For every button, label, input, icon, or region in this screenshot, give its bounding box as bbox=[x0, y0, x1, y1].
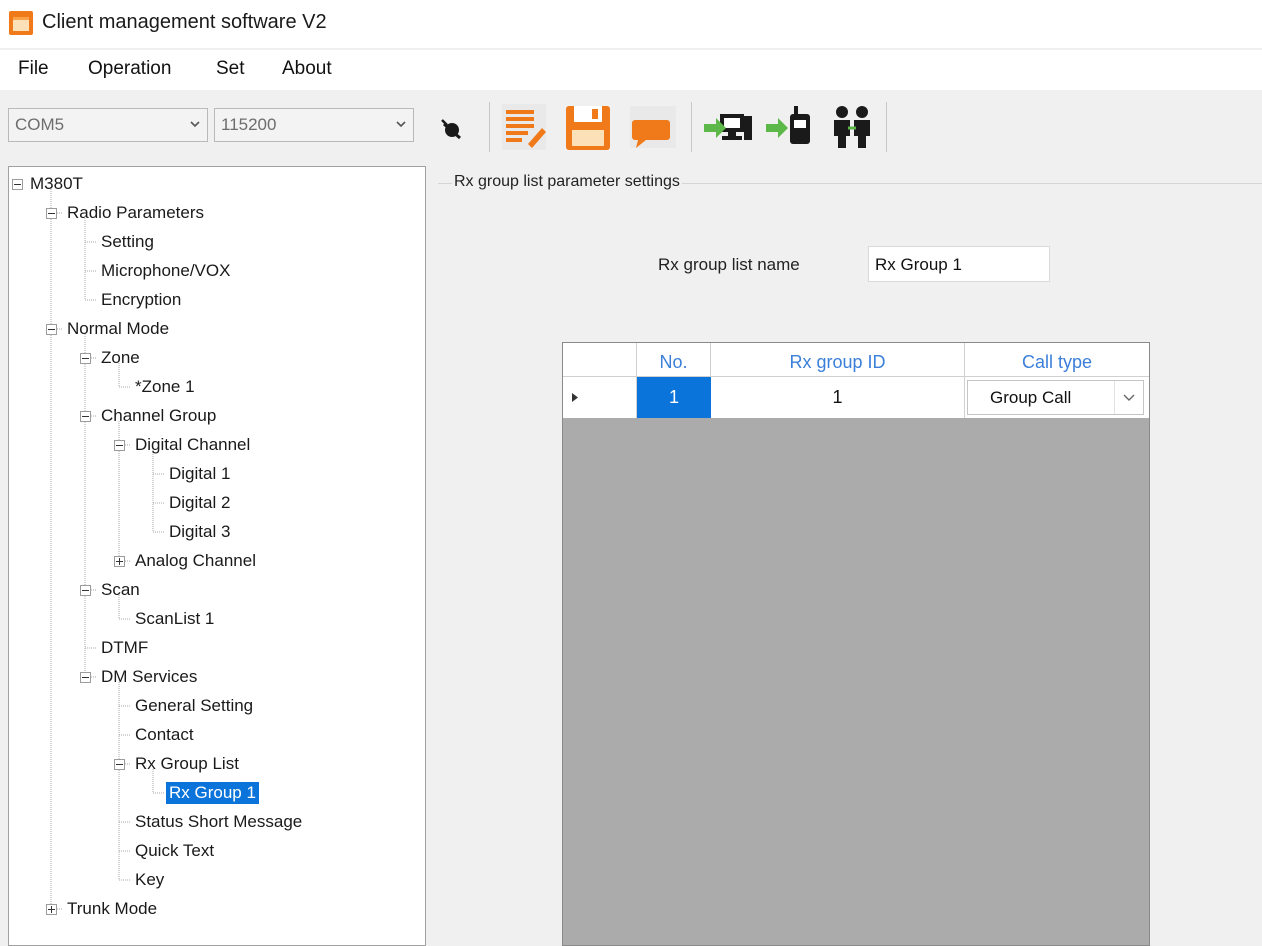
collapse-icon[interactable] bbox=[46, 208, 57, 219]
row-pointer-icon bbox=[572, 393, 578, 402]
toolbar: COM5 115200 bbox=[0, 94, 1262, 164]
collapse-icon[interactable] bbox=[12, 179, 23, 190]
collapse-icon[interactable] bbox=[80, 672, 91, 683]
cell-rx-group-id[interactable]: 1 bbox=[711, 377, 965, 418]
collapse-icon[interactable] bbox=[80, 585, 91, 596]
row-selector[interactable] bbox=[563, 377, 637, 418]
menu-operation[interactable]: Operation bbox=[88, 58, 171, 80]
tree-item-contact[interactable]: Contact bbox=[132, 724, 197, 746]
window-title: Client management software V2 bbox=[42, 11, 327, 33]
radio-write-icon[interactable] bbox=[764, 102, 816, 152]
tree-item-digital-2[interactable]: Digital 2 bbox=[166, 492, 233, 514]
tree-item-trunk-mode[interactable]: Trunk Mode bbox=[64, 898, 160, 920]
port-select[interactable]: COM5 bbox=[8, 108, 208, 142]
menu-about[interactable]: About bbox=[282, 58, 332, 80]
menu-bar: File Operation Set About bbox=[0, 50, 1262, 90]
tree-item-digital-channel[interactable]: Digital Channel bbox=[132, 434, 253, 456]
tree-item-setting[interactable]: Setting bbox=[98, 231, 157, 253]
baud-value: 115200 bbox=[221, 115, 277, 134]
tree-item-rx-group-list[interactable]: Rx Group List bbox=[132, 753, 242, 775]
column-header-rx-group-id[interactable]: Rx group ID bbox=[711, 343, 965, 377]
tree-item-digital-3[interactable]: Digital 3 bbox=[166, 521, 233, 543]
rx-group-settings-panel: Rx group list parameter settings Rx grou… bbox=[428, 166, 1262, 946]
tree-item-microphone-vox[interactable]: Microphone/VOX bbox=[98, 260, 233, 282]
tree-item-normal-mode[interactable]: Normal Mode bbox=[64, 318, 172, 340]
collapse-icon[interactable] bbox=[80, 411, 91, 422]
tree-item-scanlist-1[interactable]: ScanList 1 bbox=[132, 608, 217, 630]
menu-set[interactable]: Set bbox=[216, 58, 245, 80]
title-bar: Client management software V2 bbox=[0, 0, 1262, 48]
tree-item-scan[interactable]: Scan bbox=[98, 579, 143, 601]
save-icon[interactable] bbox=[562, 102, 614, 152]
rx-group-grid: No. Rx group ID Call type 1 1 Group Call bbox=[562, 342, 1150, 946]
tree-item-digital-1[interactable]: Digital 1 bbox=[166, 463, 233, 485]
tree-item-radio-parameters[interactable]: Radio Parameters bbox=[64, 202, 207, 224]
rx-group-name-input[interactable]: Rx Group 1 bbox=[868, 246, 1050, 282]
toolbar-separator bbox=[489, 102, 490, 152]
expand-icon[interactable] bbox=[46, 904, 57, 915]
tree-item-rx-group-1[interactable]: Rx Group 1 bbox=[166, 782, 259, 804]
tree-item-zone-1[interactable]: *Zone 1 bbox=[132, 376, 198, 398]
port-value: COM5 bbox=[15, 115, 65, 134]
collapse-icon[interactable] bbox=[114, 759, 125, 770]
tree-item-encryption[interactable]: Encryption bbox=[98, 289, 184, 311]
chevron-down-icon bbox=[1123, 394, 1135, 401]
baud-select[interactable]: 115200 bbox=[214, 108, 414, 142]
cell-no[interactable]: 1 bbox=[637, 377, 711, 418]
computer-read-icon[interactable] bbox=[702, 102, 754, 152]
row-header-corner bbox=[563, 343, 637, 377]
menu-file[interactable]: File bbox=[18, 58, 49, 80]
tree-item-dtmf[interactable]: DTMF bbox=[98, 637, 151, 659]
toolbar-separator bbox=[691, 102, 692, 152]
tree-item-analog-channel[interactable]: Analog Channel bbox=[132, 550, 259, 572]
collapse-icon[interactable] bbox=[46, 324, 57, 335]
column-header-no[interactable]: No. bbox=[637, 343, 711, 377]
tree-item-zone[interactable]: Zone bbox=[98, 347, 143, 369]
tree-item-channel-group[interactable]: Channel Group bbox=[98, 405, 219, 427]
toolbar-separator bbox=[886, 102, 887, 152]
users-icon[interactable] bbox=[826, 102, 878, 152]
column-header-call-type[interactable]: Call type bbox=[965, 343, 1149, 377]
edit-icon[interactable] bbox=[498, 102, 550, 152]
disconnected-icon[interactable] bbox=[428, 102, 480, 152]
tree-item-general-setting[interactable]: General Setting bbox=[132, 695, 256, 717]
tree-item-dm-services[interactable]: DM Services bbox=[98, 666, 200, 688]
tree-item-status-short-message[interactable]: Status Short Message bbox=[132, 811, 305, 833]
message-icon[interactable] bbox=[626, 102, 678, 152]
group-box-title: Rx group list parameter settings bbox=[452, 173, 682, 191]
rx-group-name-label: Rx group list name bbox=[658, 255, 800, 274]
app-logo-icon bbox=[9, 11, 33, 35]
collapse-icon[interactable] bbox=[80, 353, 91, 364]
tree-item-quick-text[interactable]: Quick Text bbox=[132, 840, 217, 862]
expand-icon[interactable] bbox=[114, 556, 125, 567]
call-type-dropdown-button[interactable] bbox=[1114, 381, 1143, 414]
tree-item-m380t[interactable]: M380T bbox=[27, 173, 86, 195]
tree-item-key[interactable]: Key bbox=[132, 869, 167, 891]
chevron-down-icon bbox=[190, 121, 200, 128]
navigation-tree: M380T Radio Parameters Setting Microphone/V… bbox=[8, 166, 426, 946]
collapse-icon[interactable] bbox=[114, 440, 125, 451]
call-type-select[interactable]: Group Call bbox=[967, 380, 1144, 415]
call-type-value: Group Call bbox=[990, 388, 1072, 407]
chevron-down-icon bbox=[396, 121, 406, 128]
